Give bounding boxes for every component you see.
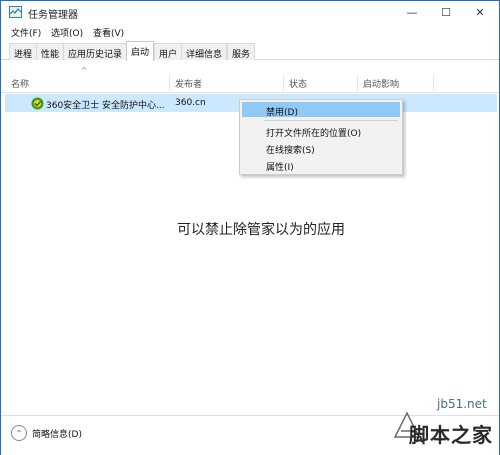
tab-label: 性能 [41,50,60,60]
chevron-up-icon: ⌃ [15,428,23,438]
column-startup-impact[interactable]: 启动影响 [363,77,399,90]
tab-services[interactable]: 服务 [227,43,256,60]
menu-item-label: 属性(I) [266,163,294,173]
watermark-brand: 脚本之家 [409,423,493,447]
column-status[interactable]: 状态 [289,77,307,90]
annotation-caption: 可以禁止除管家以为的应用 [177,222,345,238]
menu-item-label: 打开文件所在的位置(O) [266,129,362,139]
tab-label: 应用历史记录 [68,50,123,60]
tab-app-history[interactable]: 应用历史记录 [63,43,128,60]
menu-item-label: 在线搜索(S) [266,146,315,156]
context-menu: 禁用(D) 打开文件所在的位置(O) 在线搜索(S) 属性(I) [239,99,403,175]
tab-users[interactable]: 用户 [154,43,183,60]
column-divider[interactable] [357,75,358,91]
watermark-url: jb51.net [437,397,487,411]
fewer-details-button[interactable]: ⌃ [11,425,27,441]
minimize-button[interactable]: — [395,1,429,23]
column-header: ^ 名称 发布者 状态 启动影响 [1,66,499,93]
close-icon: ✕ [475,5,485,19]
fewer-details-label[interactable]: 简略信息(D) [32,427,82,440]
360-safeguard-icon [31,97,44,110]
tab-bar: 进程 性能 应用历史记录 启动 用户 详细信息 服务 [1,41,499,61]
menu-item-search-online[interactable]: 在线搜索(S) [242,140,400,156]
menu-bar: 文件(F) 选项(O) 查看(V) [1,23,499,41]
close-button[interactable]: ✕ [463,1,497,23]
tab-details[interactable]: 详细信息 [181,43,228,60]
menu-item-label: 禁用(D) [266,108,298,118]
task-manager-icon [9,6,22,18]
menu-item-open-file-location[interactable]: 打开文件所在的位置(O) [242,123,400,139]
tab-label: 进程 [14,50,33,60]
tab-processes[interactable]: 进程 [9,43,38,60]
title-bar[interactable]: 任务管理器 — ☐ ✕ [1,1,499,23]
maximize-icon: ☐ [441,5,451,19]
column-publisher[interactable]: 发布者 [175,77,202,90]
tab-label: 服务 [232,50,251,60]
column-name[interactable]: 名称 [11,77,29,90]
menu-item-disable[interactable]: 禁用(D) [242,102,400,118]
tab-label: 启动 [131,48,150,58]
menu-file[interactable]: 文件(F) [11,26,41,39]
column-divider[interactable] [433,75,434,91]
window-title: 任务管理器 [28,10,78,21]
menu-options[interactable]: 选项(O) [51,26,83,39]
tab-label: 详细信息 [186,50,223,60]
tab-performance[interactable]: 性能 [36,43,65,60]
row-publisher: 360.cn [175,98,206,108]
menu-separator [264,120,398,121]
column-divider[interactable] [169,75,170,91]
minimize-icon: — [406,5,418,19]
menu-view[interactable]: 查看(V) [93,26,124,39]
menu-item-properties[interactable]: 属性(I) [242,157,400,173]
maximize-button[interactable]: ☐ [429,1,463,23]
tab-label: 用户 [159,50,178,60]
tab-startup[interactable]: 启动 [126,41,155,61]
column-divider[interactable] [283,75,284,91]
task-manager-window: 任务管理器 — ☐ ✕ 文件(F) 选项(O) 查看(V) 进程 性能 应用历史… [0,0,500,455]
sort-ascending-icon: ^ [81,66,88,75]
row-name: 360安全卫士 安全防护中心... [46,101,165,111]
